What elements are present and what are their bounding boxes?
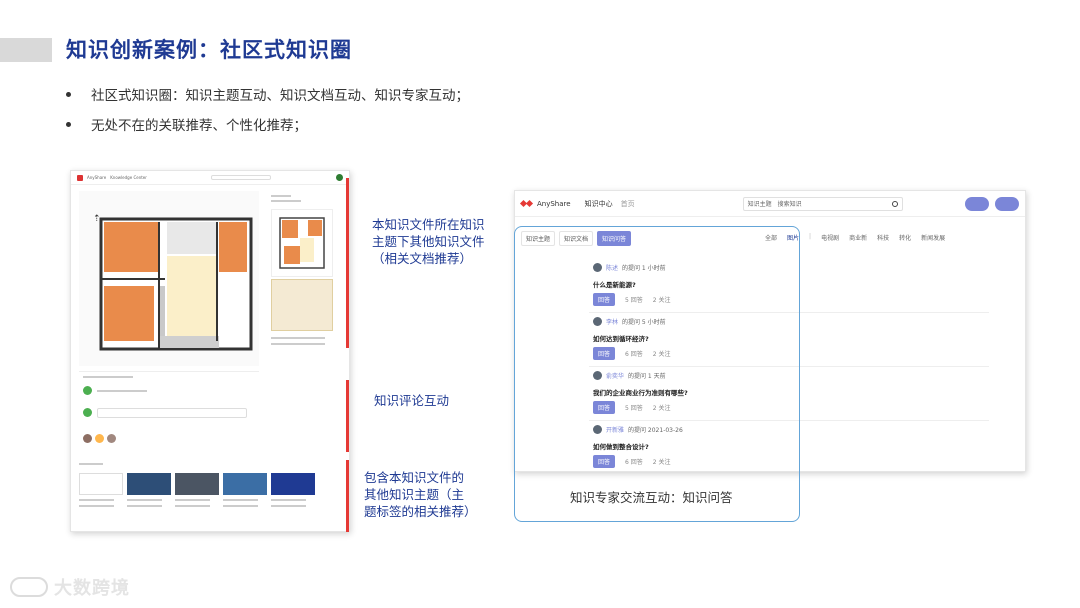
topic-card[interactable]: [79, 473, 123, 528]
filter-item[interactable]: 新闻发展: [921, 233, 945, 242]
annotation-comments: 知识评论互动: [374, 393, 450, 408]
anyshare-logo-icon: [521, 199, 533, 209]
filter-item[interactable]: 电视剧: [821, 233, 839, 242]
annotation-related-docs: 本知识文件所在知识 主题下其他知识文件 （相关文档推荐）: [372, 217, 485, 266]
bullet-item: 无处不在的关联推荐、个性化推荐；: [66, 114, 469, 134]
qa-highlight-frame: [514, 226, 800, 522]
watermark-logo-icon: [10, 577, 48, 597]
bullet-dot-icon: [66, 91, 71, 97]
screenshot-topbar: AnyShare Knowledge Center: [71, 171, 349, 185]
topic-card[interactable]: [127, 473, 171, 528]
svg-text:⇡: ⇡: [93, 214, 101, 224]
comment-section: [79, 371, 259, 453]
document-detail-screenshot: AnyShare Knowledge Center ⇡: [70, 170, 350, 532]
brand-label: AnyShare: [537, 199, 571, 208]
bullet-dot-icon: [66, 121, 71, 127]
related-topics-row: [79, 461, 345, 531]
topic-card[interactable]: [175, 473, 219, 528]
avatar: [83, 434, 92, 443]
related-docs-panel: [267, 191, 345, 351]
qa-caption: 知识专家交流互动：知识问答: [570, 490, 733, 505]
avatar: [107, 434, 116, 443]
related-doc-thumbnail[interactable]: [271, 209, 333, 277]
filter-item[interactable]: 转化: [899, 233, 911, 242]
avatar: [83, 386, 92, 395]
slide-title: 知识创新案例：社区式知识圈: [66, 38, 352, 62]
avatar: [83, 408, 92, 417]
title-accent-bar: [0, 38, 52, 62]
floor-plan-preview: ⇡: [79, 191, 259, 366]
bullet-item: 社区式知识圈：知识主题互动、知识文档互动、知识专家互动；: [66, 84, 469, 104]
search-box[interactable]: 知识主题 搜索知识: [742, 196, 903, 211]
search-input[interactable]: 搜索知识: [778, 199, 802, 208]
avatar[interactable]: [336, 174, 343, 181]
avatar: [95, 434, 104, 443]
search-scope-select[interactable]: 知识主题: [748, 199, 772, 208]
floor-plan-image: ⇡: [93, 214, 253, 351]
related-doc-thumbnail[interactable]: [271, 279, 333, 331]
comment-input[interactable]: [97, 408, 247, 418]
highlight-bar: [346, 380, 349, 452]
topic-card[interactable]: [271, 473, 315, 528]
topic-card[interactable]: [223, 473, 267, 528]
screenshot-header: AnyShare 知识中心 首页 知识主题 搜索知识: [515, 191, 1025, 217]
nav-home[interactable]: 首页: [621, 199, 635, 209]
highlight-bar: [346, 178, 349, 348]
search-icon[interactable]: [891, 200, 898, 207]
header-button[interactable]: [965, 196, 989, 211]
annotation-related-topics: 包含本知识文件的 其他知识主题（主 题标签的相关推荐）: [364, 470, 477, 519]
brand-label: AnyShare: [87, 175, 107, 180]
highlight-bar: [346, 460, 349, 532]
filter-item[interactable]: 科技: [877, 233, 889, 242]
nav-label: Knowledge Center: [110, 175, 147, 180]
filter-item[interactable]: 商业新: [849, 233, 867, 242]
nav-knowledge-center[interactable]: 知识中心: [585, 199, 613, 209]
anyshare-logo-icon: [77, 174, 83, 181]
search-input[interactable]: [210, 175, 271, 180]
bullet-list: 社区式知识圈：知识主题互动、知识文档互动、知识专家互动； 无处不在的关联推荐、个…: [66, 84, 469, 144]
watermark: 大数跨境: [10, 574, 130, 600]
header-button[interactable]: [995, 196, 1019, 211]
